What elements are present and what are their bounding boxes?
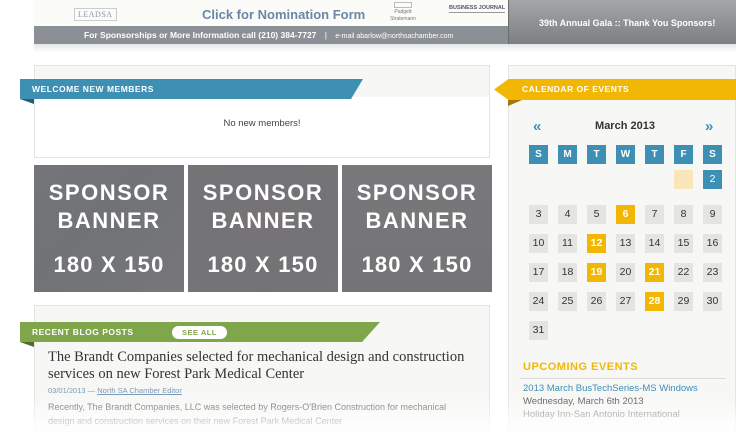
sponsorship-info-bar: For Sponsorships or More Information cal… bbox=[34, 26, 508, 44]
sponsor-banner-2[interactable]: SPONSOR BANNER 180 X 150 bbox=[188, 165, 338, 292]
calendar-day: 16 bbox=[703, 234, 722, 253]
calendar-weekday-header: W bbox=[616, 145, 635, 164]
sponsor-banner-label-line2: BANNER bbox=[57, 208, 161, 233]
calendar-day: 4 bbox=[558, 205, 577, 224]
sponsor-logo-strip: LEADSA Click for Nomination Form Padgett… bbox=[34, 0, 508, 26]
upcoming-event-link[interactable]: 2013 March BusTechSeries-MS Windows bbox=[523, 383, 698, 394]
leadsa-logo[interactable]: LEADSA bbox=[74, 8, 117, 21]
calendar-prev-month-button[interactable]: « bbox=[533, 118, 541, 135]
calendar-day: 22 bbox=[674, 263, 693, 282]
calendar-day: 7 bbox=[645, 205, 664, 224]
calendar-day-event[interactable]: 28 bbox=[645, 292, 664, 311]
calendar-day: 11 bbox=[558, 234, 577, 253]
header-shadow bbox=[34, 44, 736, 52]
welcome-members-panel bbox=[34, 65, 490, 158]
see-all-posts-button[interactable]: SEE ALL bbox=[172, 326, 227, 339]
calendar-day: 29 bbox=[674, 292, 693, 311]
calendar-day-event[interactable]: 19 bbox=[587, 263, 606, 282]
sponsor-banner-label-line1: SPONSOR bbox=[48, 180, 170, 205]
calendar-day-event[interactable]: 12 bbox=[587, 234, 606, 253]
sponsor-banner-label: SPONSOR BANNER bbox=[188, 179, 338, 235]
blog-post-author-link[interactable]: North SA Chamber Editor bbox=[97, 386, 182, 395]
page-gutter bbox=[0, 0, 34, 432]
sponsorship-phone: (210) 384-7727 bbox=[258, 30, 317, 40]
calendar-day-event[interactable]: 21 bbox=[645, 263, 664, 282]
no-members-message: No new members! bbox=[223, 118, 301, 129]
blog-post-date: 03/01/2013 bbox=[48, 386, 86, 395]
sponsor-banner-label-line2: BANNER bbox=[365, 208, 469, 233]
blog-post-meta: 03/01/2013 — North SA Chamber Editor bbox=[48, 386, 182, 395]
blog-post-title[interactable]: The Brandt Companies selected for mechan… bbox=[48, 349, 468, 383]
padgett-logo-text: Padgett Stratemann bbox=[390, 9, 416, 22]
padgett-logo-mark-icon bbox=[394, 2, 412, 8]
sponsor-banner-1[interactable]: SPONSOR BANNER 180 X 150 bbox=[34, 165, 184, 292]
sponsor-banner-dimensions: 180 X 150 bbox=[207, 252, 319, 277]
calendar-day: 5 bbox=[587, 205, 606, 224]
calendar-day: 31 bbox=[529, 321, 548, 340]
sponsorship-email[interactable]: e-mail abarlow@northsachamber.com bbox=[335, 33, 453, 40]
sponsor-banner-dimensions: 180 X 150 bbox=[53, 252, 165, 277]
calendar-day: 14 bbox=[645, 234, 664, 253]
sponsor-banner-3[interactable]: SPONSOR BANNER 180 X 150 bbox=[342, 165, 492, 292]
calendar-day: 9 bbox=[703, 205, 722, 224]
business-journal-logo[interactable]: BUSINESS JOURNAL bbox=[449, 5, 506, 13]
calendar-day: 10 bbox=[529, 234, 548, 253]
calendar-day: 18 bbox=[558, 263, 577, 282]
welcome-members-heading: WELCOME NEW MEMBERS bbox=[20, 79, 363, 99]
sponsor-banner-dimensions: 180 X 150 bbox=[361, 252, 473, 277]
upcoming-event-location: Holiday Inn-San Antonio International bbox=[523, 409, 680, 420]
calendar-weekday-header: F bbox=[674, 145, 693, 164]
calendar-weekday-header: T bbox=[587, 145, 606, 164]
nomination-form-link[interactable]: Click for Nomination Form bbox=[202, 7, 365, 22]
sponsor-banner-label-line2: BANNER bbox=[211, 208, 315, 233]
upcoming-event-date: Wednesday, March 6th 2013 bbox=[523, 396, 644, 407]
calendar-day: 13 bbox=[616, 234, 635, 253]
calendar-weekday-header: T bbox=[645, 145, 664, 164]
sponsor-banner-label-line1: SPONSOR bbox=[202, 180, 324, 205]
calendar-day: 3 bbox=[529, 205, 548, 224]
padgett-stratemann-logo[interactable]: Padgett Stratemann bbox=[381, 2, 425, 23]
gala-thank-you-banner[interactable]: 39th Annual Gala :: Thank You Sponsors! bbox=[508, 0, 736, 44]
info-separator: | bbox=[324, 30, 328, 40]
calendar-day-event[interactable]: 6 bbox=[616, 205, 635, 224]
calendar-day: 24 bbox=[529, 292, 548, 311]
blog-post-excerpt: Recently, The Brandt Companies, LLC was … bbox=[48, 402, 447, 426]
calendar-day: 27 bbox=[616, 292, 635, 311]
sponsor-banner-label: SPONSOR BANNER bbox=[34, 179, 184, 235]
sponsorship-text: For Sponsorships or More Information cal… bbox=[84, 30, 256, 40]
calendar-day: 2 bbox=[703, 170, 722, 189]
calendar-heading: CALENDAR OF EVENTS bbox=[494, 79, 736, 100]
calendar-weekday-header: S bbox=[529, 145, 548, 164]
calendar-day: 8 bbox=[674, 205, 693, 224]
calendar-day: 15 bbox=[674, 234, 693, 253]
upcoming-events-divider bbox=[520, 378, 726, 379]
calendar-day: 17 bbox=[529, 263, 548, 282]
gala-text: 39th Annual Gala :: Thank You Sponsors! bbox=[539, 18, 716, 28]
calendar-month-label: March 2013 bbox=[595, 120, 655, 132]
blog-post-meta-dash: — bbox=[87, 386, 96, 395]
calendar-day: 25 bbox=[558, 292, 577, 311]
calendar-day: 26 bbox=[587, 292, 606, 311]
calendar-day: 23 bbox=[703, 263, 722, 282]
calendar-weekday-header: M bbox=[558, 145, 577, 164]
upcoming-events-heading: UPCOMING EVENTS bbox=[523, 361, 639, 373]
calendar-weekday-header: S bbox=[703, 145, 722, 164]
calendar-day: 30 bbox=[703, 292, 722, 311]
sponsor-banner-label-line1: SPONSOR bbox=[356, 180, 478, 205]
sponsor-banner-label: SPONSOR BANNER bbox=[342, 179, 492, 235]
top-banner: LEADSA Click for Nomination Form Padgett… bbox=[34, 0, 508, 44]
calendar-day: 20 bbox=[616, 263, 635, 282]
calendar-next-month-button[interactable]: » bbox=[705, 118, 713, 135]
calendar-day: 1 bbox=[674, 170, 693, 189]
